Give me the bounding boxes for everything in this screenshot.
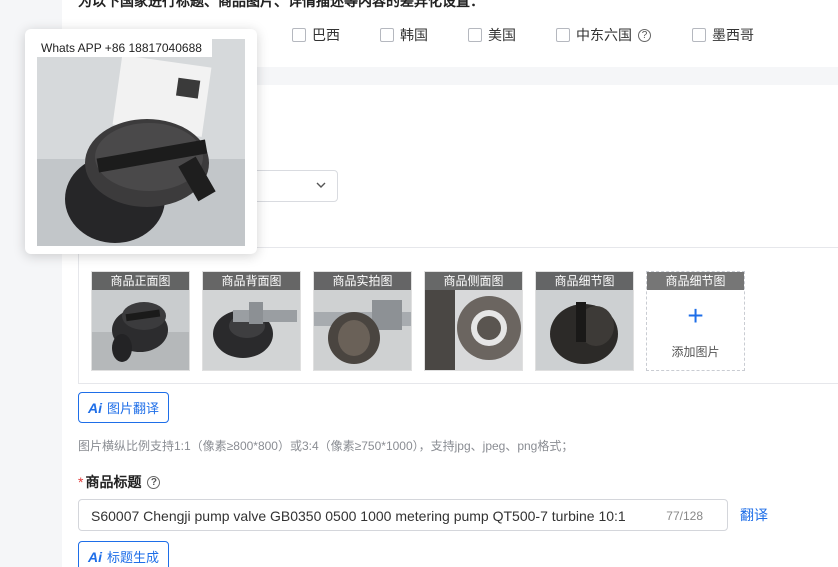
translate-link[interactable]: 翻译 — [740, 505, 768, 525]
country-checkbox-mexico[interactable]: 墨西哥 — [692, 25, 754, 45]
image-caption: 商品正面图 — [92, 272, 189, 290]
ai-icon: Ai — [88, 399, 102, 416]
checkbox-box[interactable] — [380, 28, 394, 42]
add-image-label: 添加图片 — [671, 345, 720, 359]
help-icon[interactable]: ? — [638, 28, 651, 42]
ai-icon: Ai — [88, 548, 102, 565]
chevron-down-icon — [315, 179, 327, 194]
title-field-label: * 商品标题 ? — [78, 472, 161, 492]
checkbox-box[interactable] — [692, 28, 706, 42]
image-caption: 商品实拍图 — [314, 272, 411, 290]
country-label: 中东六国 — [576, 27, 632, 43]
button-label: 图片翻译 — [107, 401, 160, 416]
country-checkbox-korea[interactable]: 韩国 — [380, 25, 428, 45]
checkbox-box[interactable] — [556, 28, 570, 42]
image-caption: 商品细节图 — [647, 272, 744, 290]
checkbox-box[interactable] — [292, 28, 306, 42]
required-mark: * — [78, 474, 84, 490]
country-label: 巴西 — [312, 27, 340, 43]
checkbox-box[interactable] — [468, 28, 482, 42]
country-checkbox-brazil[interactable]: 巴西 — [292, 25, 340, 45]
label-text: 商品标题 — [85, 474, 142, 490]
image-caption: 商品细节图 — [536, 272, 633, 290]
product-image-detail[interactable]: 商品细节图 — [535, 271, 634, 371]
title-value: S60007 Chengji pump valve GB0350 0500 10… — [91, 508, 626, 524]
char-counter: 77/128 — [666, 509, 703, 523]
plus-icon: + — [687, 300, 704, 331]
country-label: 美国 — [488, 27, 516, 43]
product-image-side[interactable]: 商品侧面图 — [424, 271, 523, 371]
product-image-real[interactable]: 商品实拍图 — [313, 271, 412, 371]
product-title-input[interactable]: S60007 Chengji pump valve GB0350 0500 10… — [78, 499, 728, 531]
country-label: 韩国 — [400, 27, 428, 43]
image-format-hint: 图片横纵比例支持1:1（像素≥800*800）或3:4（像素≥750*1000）… — [78, 439, 574, 453]
image-preview-popup: Whats APP +86 18817040688 — [25, 29, 257, 254]
button-label: 标题生成 — [107, 550, 160, 565]
product-image-back[interactable]: 商品背面图 — [202, 271, 301, 371]
image-caption: 商品侧面图 — [425, 272, 522, 290]
country-checkbox-middle-east[interactable]: 中东六国 ? — [556, 25, 651, 45]
dropdown-select[interactable] — [250, 170, 338, 202]
watermark-text: Whats APP +86 18817040688 — [37, 39, 212, 57]
preview-photo — [37, 39, 245, 246]
help-icon[interactable]: ? — [147, 475, 161, 489]
image-caption: 商品背面图 — [203, 272, 300, 290]
product-image-front[interactable]: 商品正面图 — [91, 271, 190, 371]
section-note: 为以下国家进行标题、商品图片、详情描述等内容的差异化设置： — [78, 0, 484, 9]
country-label: 墨西哥 — [712, 27, 754, 43]
image-translate-button[interactable]: Ai 图片翻译 — [78, 392, 170, 423]
add-image-slot[interactable]: 商品细节图 + 添加图片 — [646, 271, 745, 371]
title-generate-button[interactable]: Ai 标题生成 — [78, 541, 170, 567]
country-checkbox-usa[interactable]: 美国 — [468, 25, 516, 45]
